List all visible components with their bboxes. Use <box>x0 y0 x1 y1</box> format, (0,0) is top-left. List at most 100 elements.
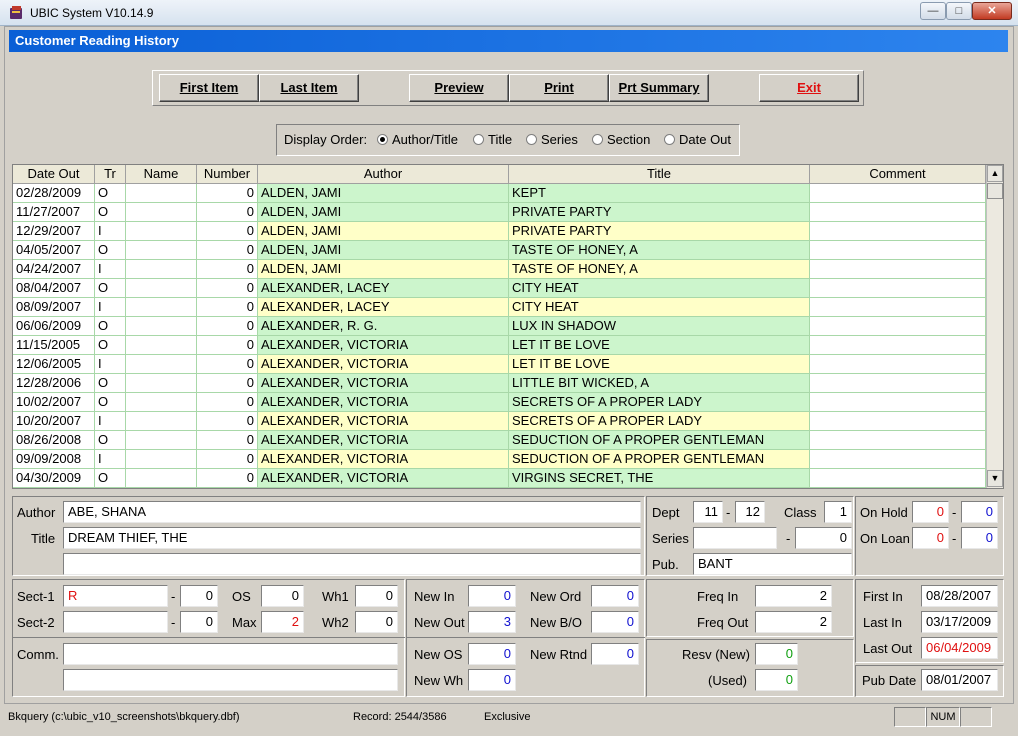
sect-1-field[interactable]: R <box>63 585 168 607</box>
radio-title[interactable]: Title <box>473 132 512 147</box>
pub-field[interactable]: BANT <box>693 553 852 575</box>
last-item-button[interactable]: Last Item <box>259 74 359 102</box>
table-row[interactable]: 04/24/2007 I 0 ALDEN, JAMI TASTE OF HONEY, A <box>13 260 986 279</box>
prt-summary-button[interactable]: Prt Summary <box>609 74 709 102</box>
resv-new-field[interactable]: 0 <box>755 643 798 665</box>
dept-field-1[interactable]: 11 <box>693 501 723 523</box>
table-cell: 0 <box>197 222 258 241</box>
column-header[interactable]: Title <box>509 165 810 184</box>
table-row[interactable]: 04/30/2009 O 0 ALEXANDER, VICTORIA VIRGINS S… <box>13 469 986 488</box>
column-header[interactable]: Number <box>197 165 258 184</box>
table-cell <box>810 241 986 260</box>
freq-in-field[interactable]: 2 <box>755 585 832 607</box>
table-cell: O <box>95 374 126 393</box>
title-field[interactable]: DREAM THIEF, THE <box>63 527 641 549</box>
scroll-down-icon[interactable]: ▼ <box>987 470 1003 487</box>
sect-1-number-field[interactable]: 0 <box>180 585 218 607</box>
dept-separator: - <box>726 505 731 520</box>
wh1-field[interactable]: 0 <box>355 585 398 607</box>
comment-field-1[interactable] <box>63 643 398 665</box>
table-row[interactable]: 09/09/2008 I 0 ALEXANDER, VICTORIA SEDUCTION… <box>13 450 986 469</box>
radio-series[interactable]: Series <box>526 132 578 147</box>
scroll-up-icon[interactable]: ▲ <box>987 165 1003 182</box>
table-row[interactable]: 11/15/2005 O 0 ALEXANDER, VICTORIA LET IT BE… <box>13 336 986 355</box>
last-in-field[interactable]: 03/17/2009 <box>921 611 998 633</box>
series-field[interactable] <box>693 527 777 549</box>
table-row[interactable]: 08/09/2007 I 0 ALEXANDER, LACEY CITY HEAT <box>13 298 986 317</box>
new-rtnd-field[interactable]: 0 <box>591 643 639 665</box>
radio-section[interactable]: Section <box>592 132 650 147</box>
column-header[interactable]: Comment <box>810 165 986 184</box>
last-out-field[interactable]: 06/04/2009 <box>921 637 998 659</box>
title-label: Title <box>31 531 56 546</box>
sect-2-number-field[interactable]: 0 <box>180 611 218 633</box>
minimize-button[interactable]: — <box>920 2 946 20</box>
first-item-button[interactable]: First Item <box>159 74 259 102</box>
table-row[interactable]: 10/02/2007 O 0 ALEXANDER, VICTORIA SECRETS O… <box>13 393 986 412</box>
new-ord-field[interactable]: 0 <box>591 585 639 607</box>
new-bo-label: New B/O <box>530 615 583 630</box>
table-row[interactable]: 06/06/2009 O 0 ALEXANDER, R. G. LUX IN SHADO… <box>13 317 986 336</box>
table-row[interactable]: 08/26/2008 O 0 ALEXANDER, VICTORIA SEDUCTION… <box>13 431 986 450</box>
scroll-thumb[interactable] <box>987 183 1003 199</box>
sect-2-label: Sect-2 <box>17 615 55 630</box>
on-loan-field-2[interactable]: 0 <box>961 527 998 549</box>
column-header[interactable]: Tr <box>95 165 126 184</box>
max-field[interactable]: 2 <box>261 611 304 633</box>
column-header[interactable]: Date Out <box>13 165 95 184</box>
exit-button[interactable]: Exit <box>759 74 859 102</box>
freq-out-field[interactable]: 2 <box>755 611 832 633</box>
status-num-box: NUM <box>926 707 960 727</box>
on-hold-field-1[interactable]: 0 <box>912 501 949 523</box>
new-wh-field[interactable]: 0 <box>468 669 516 691</box>
close-button[interactable]: ✕ <box>972 2 1012 20</box>
table-cell: I <box>95 412 126 431</box>
comment-field-2[interactable] <box>63 669 398 691</box>
sect-2-field[interactable] <box>63 611 168 633</box>
new-bo-field[interactable]: 0 <box>591 611 639 633</box>
table-cell: ALEXANDER, R. G. <box>258 317 509 336</box>
table-cell: 0 <box>197 184 258 203</box>
table-cell <box>126 412 197 431</box>
column-header[interactable]: Author <box>258 165 509 184</box>
column-header[interactable]: Name <box>126 165 197 184</box>
dept-field-2[interactable]: 12 <box>735 501 765 523</box>
table-row[interactable]: 02/28/2009 O 0 ALDEN, JAMI KEPT <box>13 184 986 203</box>
table-row[interactable]: 12/29/2007 I 0 ALDEN, JAMI PRIVATE PARTY <box>13 222 986 241</box>
table-row[interactable]: 04/05/2007 O 0 ALDEN, JAMI TASTE OF HONEY, A <box>13 241 986 260</box>
first-in-label: First In <box>863 589 903 604</box>
title-field-2[interactable] <box>63 553 641 575</box>
on-hold-field-2[interactable]: 0 <box>961 501 998 523</box>
reading-history-grid[interactable]: Date Out Tr Name Number Author Title Comment 0… <box>12 164 1004 489</box>
wh2-field[interactable]: 0 <box>355 611 398 633</box>
table-cell: 0 <box>197 469 258 488</box>
first-in-field[interactable]: 08/28/2007 <box>921 585 998 607</box>
table-cell: ALEXANDER, VICTORIA <box>258 431 509 450</box>
pub-date-field[interactable]: 08/01/2007 <box>921 669 998 691</box>
table-row[interactable]: 10/20/2007 I 0 ALEXANDER, VICTORIA SECRETS O… <box>13 412 986 431</box>
print-button[interactable]: Print <box>509 74 609 102</box>
pub-label: Pub. <box>652 557 679 572</box>
table-cell: ALEXANDER, VICTORIA <box>258 393 509 412</box>
author-field[interactable]: ABE, SHANA <box>63 501 641 523</box>
table-row[interactable]: 12/28/2006 O 0 ALEXANDER, VICTORIA LITTLE BI… <box>13 374 986 393</box>
new-os-field[interactable]: 0 <box>468 643 516 665</box>
table-row[interactable]: 08/04/2007 O 0 ALEXANDER, LACEY CITY HEAT <box>13 279 986 298</box>
vertical-scrollbar[interactable]: ▲ ▼ <box>986 165 1003 488</box>
table-row[interactable]: 11/27/2007 O 0 ALDEN, JAMI PRIVATE PARTY <box>13 203 986 222</box>
class-field[interactable]: 1 <box>824 501 852 523</box>
radio-date-out[interactable]: Date Out <box>664 132 731 147</box>
used-field[interactable]: 0 <box>755 669 798 691</box>
table-cell <box>126 374 197 393</box>
new-out-field[interactable]: 3 <box>468 611 516 633</box>
new-in-field[interactable]: 0 <box>468 585 516 607</box>
table-row[interactable]: 12/06/2005 I 0 ALEXANDER, VICTORIA LET IT BE… <box>13 355 986 374</box>
on-loan-field-1[interactable]: 0 <box>912 527 949 549</box>
preview-button[interactable]: Preview <box>409 74 509 102</box>
radio-author-title[interactable]: Author/Title <box>377 132 458 147</box>
series-number-field[interactable]: 0 <box>795 527 852 549</box>
table-cell <box>126 317 197 336</box>
maximize-button[interactable]: □ <box>946 2 972 20</box>
table-cell <box>810 336 986 355</box>
os-field[interactable]: 0 <box>261 585 304 607</box>
